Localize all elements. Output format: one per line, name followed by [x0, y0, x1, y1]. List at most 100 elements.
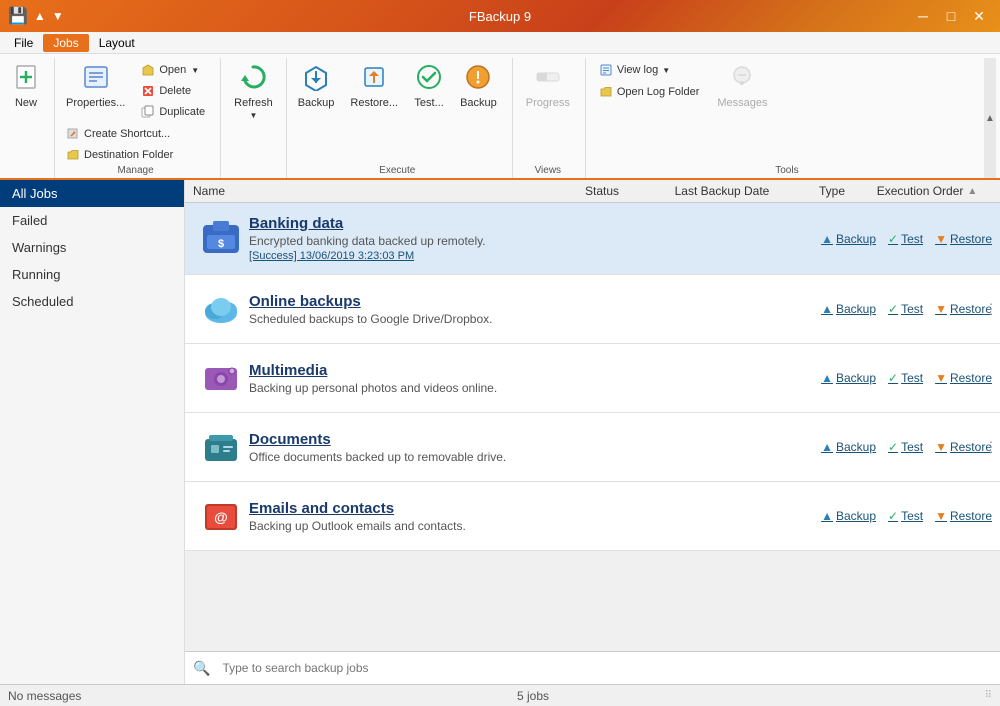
job-icon-emails: @ — [193, 494, 249, 538]
job-title-banking[interactable]: Banking data — [249, 215, 821, 232]
col-order-label: Execution Order — [877, 184, 964, 198]
job-icon-banking: $ — [193, 217, 249, 261]
open-button[interactable]: Open ▼ — [134, 60, 212, 80]
manage-bottom-stack: Create Shortcut... Destination Folder — [59, 124, 212, 165]
views-group-label: Views — [519, 165, 577, 178]
backup2-button[interactable]: Backup — [453, 58, 504, 114]
search-input[interactable] — [216, 658, 992, 678]
openlog-button[interactable]: Open Log Folder — [592, 82, 707, 102]
test-check-icon-doc: ✓ — [888, 440, 898, 454]
sidebar-item-warnings[interactable]: Warnings — [0, 234, 184, 261]
test-icon — [415, 63, 443, 95]
menu-file[interactable]: File — [4, 34, 43, 52]
delete-button[interactable]: Delete — [134, 81, 212, 101]
col-header-status: Status — [562, 184, 642, 198]
job-icon-multimedia — [193, 356, 249, 400]
job-desc-banking: Encrypted banking data backed up remotel… — [249, 234, 821, 248]
properties-label: Properties... — [66, 97, 125, 109]
refresh-button[interactable]: Refresh ▼ — [227, 58, 280, 176]
new-button[interactable]: New — [4, 58, 48, 176]
backup-button[interactable]: Backup — [291, 58, 342, 114]
test-check-icon-email: ✓ — [888, 509, 898, 523]
col-header-order[interactable]: Execution Order ▲ — [862, 184, 992, 198]
ribbon-collapse-button[interactable]: ▲ — [984, 58, 996, 178]
job-info-emails: Emails and contacts Backing up Outlook e… — [249, 500, 821, 533]
sidebar-item-failed[interactable]: Failed — [0, 207, 184, 234]
col-header-name: Name — [193, 184, 562, 198]
create-shortcut-label: Create Shortcut... — [84, 128, 170, 140]
sidebar-item-running[interactable]: Running — [0, 261, 184, 288]
job-test-documents[interactable]: ✓ Test — [888, 440, 923, 454]
viewlog-button[interactable]: View log ▼ — [592, 60, 707, 80]
sidebar-item-scheduled[interactable]: Scheduled — [0, 288, 184, 315]
job-backup-online[interactable]: ▲ Backup — [821, 302, 876, 316]
backup-arrow-icon-doc: ▲ — [821, 440, 833, 454]
messages-label: Messages — [717, 97, 767, 109]
job-backup-multimedia[interactable]: ▲ Backup — [821, 371, 876, 385]
backup-arrow-icon-online: ▲ — [821, 302, 833, 316]
job-restore-emails[interactable]: ▼ Restore — [935, 509, 992, 523]
sidebar-item-all-jobs[interactable]: All Jobs — [0, 180, 184, 207]
job-item-multimedia[interactable]: Multimedia Backing up personal photos an… — [185, 344, 1000, 413]
quick-menu-icon[interactable]: ▼ — [52, 9, 64, 23]
progress-label: Progress — [526, 97, 570, 109]
restore-button[interactable]: Restore... — [343, 58, 405, 114]
progress-button[interactable]: Progress — [519, 58, 577, 165]
job-info-banking: Banking data Encrypted banking data back… — [249, 215, 821, 262]
job-item-banking[interactable]: $ Banking data Encrypted banking data ba… — [185, 203, 1000, 275]
job-context-menu-documents[interactable]: ⋮ — [984, 439, 998, 456]
job-item-emails[interactable]: @ Emails and contacts Backing up Outlook… — [185, 482, 1000, 551]
create-shortcut-button[interactable]: Create Shortcut... — [59, 124, 212, 144]
ribbon-group-properties: Properties... Open ▼ Delete Duplicate — [59, 58, 221, 178]
job-test-multimedia[interactable]: ✓ Test — [888, 371, 923, 385]
menu-layout[interactable]: Layout — [89, 34, 145, 52]
menu-jobs[interactable]: Jobs — [43, 34, 88, 52]
ribbon: New Properties... — [0, 54, 1000, 180]
job-backup-emails[interactable]: ▲ Backup — [821, 509, 876, 523]
job-actions-banking: ▲ Backup ✓ Test ▼ Restore — [821, 232, 992, 246]
job-backup-banking[interactable]: ▲ Backup — [821, 232, 876, 246]
quick-save-icon[interactable]: ▲ — [34, 9, 46, 23]
job-restore-banking[interactable]: ▼ Restore — [935, 232, 992, 246]
job-context-menu-online[interactable]: ⋮ — [984, 301, 998, 318]
destination-folder-button[interactable]: Destination Folder — [59, 145, 212, 165]
backup-label-doc: Backup — [836, 440, 876, 454]
job-backup-documents[interactable]: ▲ Backup — [821, 440, 876, 454]
job-desc-documents: Office documents backed up to removable … — [249, 450, 821, 464]
ribbon-refresh-top: Refresh ▼ — [227, 58, 280, 176]
backup-label: Backup — [298, 97, 335, 109]
close-button[interactable]: ✕ — [966, 6, 992, 26]
job-title-multimedia[interactable]: Multimedia — [249, 362, 821, 379]
restore-arrow-icon: ▼ — [935, 232, 947, 246]
status-messages: No messages — [8, 689, 81, 703]
minimize-button[interactable]: ─ — [910, 6, 936, 26]
title-bar-controls: ─ □ ✕ — [910, 6, 992, 26]
refresh-label: Refresh — [234, 97, 273, 109]
ribbon-views-top: Progress — [519, 58, 577, 165]
backup-icon — [302, 63, 330, 95]
sidebar: All Jobs Failed Warnings Running Schedul… — [0, 180, 185, 684]
properties-button[interactable]: Properties... — [59, 58, 132, 114]
maximize-button[interactable]: □ — [938, 6, 964, 26]
ribbon-group-new: New — [4, 58, 55, 178]
tools-left-stack: View log ▼ Open Log Folder — [592, 60, 707, 102]
job-restore-multimedia[interactable]: ▼ Restore — [935, 371, 992, 385]
ribbon-properties-top: Properties... Open ▼ Delete Duplicate — [59, 58, 212, 122]
job-item-online-backups[interactable]: Online backups Scheduled backups to Goog… — [185, 275, 1000, 344]
backup-label-mm: Backup — [836, 371, 876, 385]
duplicate-button[interactable]: Duplicate — [134, 102, 212, 122]
job-status-banking[interactable]: [Success] 13/06/2019 3:23:03 PM — [249, 250, 821, 262]
test-check-icon: ✓ — [888, 232, 898, 246]
job-info-online: Online backups Scheduled backups to Goog… — [249, 293, 821, 326]
job-item-documents[interactable]: Documents Office documents backed up to … — [185, 413, 1000, 482]
test-button[interactable]: Test... — [407, 58, 451, 114]
backup-label-online: Backup — [836, 302, 876, 316]
job-title-emails[interactable]: Emails and contacts — [249, 500, 821, 517]
job-test-online[interactable]: ✓ Test — [888, 302, 923, 316]
job-title-documents[interactable]: Documents — [249, 431, 821, 448]
restore-label-email: Restore — [950, 509, 992, 523]
job-test-emails[interactable]: ✓ Test — [888, 509, 923, 523]
job-title-online[interactable]: Online backups — [249, 293, 821, 310]
messages-button[interactable]: Messages — [710, 58, 774, 114]
job-test-banking[interactable]: ✓ Test — [888, 232, 923, 246]
